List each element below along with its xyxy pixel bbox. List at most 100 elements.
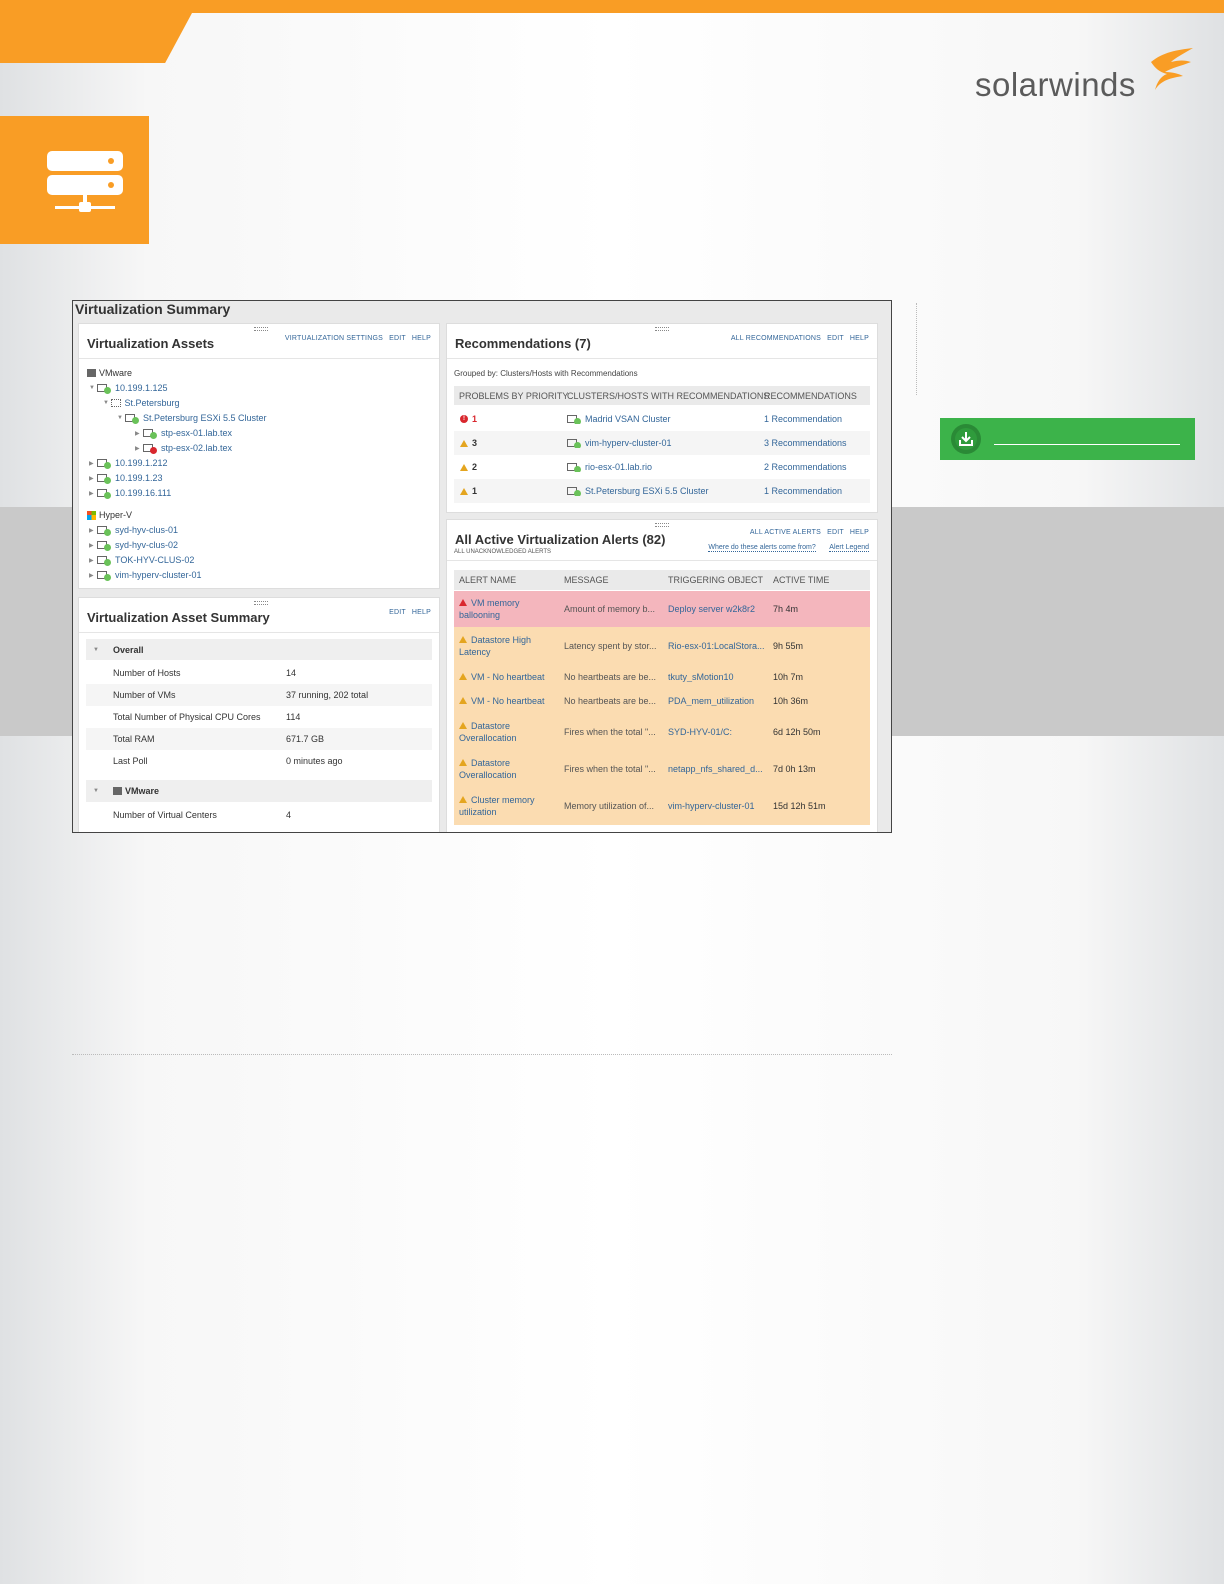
- top-accent-bar: [0, 0, 1224, 13]
- recommendations-link[interactable]: 1 Recommendation: [764, 414, 842, 424]
- status-up-icon: [104, 491, 111, 499]
- alert-name-link[interactable]: VM - No heartbeat: [459, 696, 559, 706]
- recommendations-panel: Recommendations (7) ALL RECOMMENDATIONS …: [446, 323, 878, 513]
- edit-link[interactable]: EDIT: [389, 609, 406, 616]
- recommendations-link[interactable]: 2 Recommendations: [764, 462, 847, 472]
- alert-legend-link[interactable]: Alert Legend: [829, 544, 869, 552]
- tree-node[interactable]: ▶ 10.199.1.212: [89, 458, 168, 469]
- expand-icon[interactable]: ▶: [89, 490, 97, 497]
- expand-icon[interactable]: ▶: [89, 557, 97, 564]
- collapse-icon[interactable]: ▼: [117, 415, 125, 421]
- table-row[interactable]: 2 rio-esx-01.lab.rio 2 Recommendations: [454, 455, 870, 479]
- tree-node[interactable]: ▶ vim-hyperv-cluster-01: [89, 570, 202, 581]
- alert-row[interactable]: VM memory ballooning Amount of memory b.…: [454, 591, 870, 627]
- triggering-object-link[interactable]: vim-hyperv-cluster-01: [668, 801, 768, 811]
- triggering-object-link[interactable]: netapp_nfs_shared_d...: [668, 764, 768, 774]
- collapse-icon[interactable]: ▼: [93, 788, 101, 794]
- table-row[interactable]: 3 vim-hyperv-cluster-01 3 Recommendation…: [454, 431, 870, 455]
- summary-row: Total Number of Physical CPU Cores 114: [113, 712, 301, 722]
- drag-handle[interactable]: [655, 327, 669, 331]
- summary-row: Total RAM 671.7 GB: [86, 728, 432, 750]
- tree-node[interactable]: ▶ 10.199.1.23: [89, 473, 163, 484]
- alert-name-link[interactable]: Datastore Overallocation: [459, 757, 539, 781]
- server-icon-tile: [0, 116, 149, 244]
- triggering-object-link[interactable]: Rio-esx-01:LocalStora...: [668, 641, 768, 651]
- help-link[interactable]: HELP: [412, 609, 431, 616]
- all-active-alerts-link[interactable]: ALL ACTIVE ALERTS: [750, 529, 821, 536]
- status-up-icon: [104, 543, 111, 551]
- expand-icon[interactable]: ▶: [89, 460, 97, 467]
- alert-row[interactable]: Datastore Overallocation Fires when the …: [454, 713, 870, 751]
- virtualization-asset-summary-panel: Virtualization Asset Summary EDIT HELP ▼…: [78, 597, 440, 832]
- recommendations-link[interactable]: 3 Recommendations: [764, 438, 847, 448]
- active-alerts-panel: All Active Virtualization Alerts (82) AL…: [446, 519, 878, 832]
- collapse-icon[interactable]: ▼: [93, 647, 101, 653]
- expand-icon[interactable]: ▶: [89, 475, 97, 482]
- expand-icon[interactable]: ▶: [89, 527, 97, 534]
- help-link[interactable]: HELP: [850, 335, 869, 342]
- tree-node[interactable]: ▼ 10.199.1.125: [89, 383, 168, 394]
- page-title: Virtualization Summary: [75, 301, 231, 317]
- all-recommendations-link[interactable]: ALL RECOMMENDATIONS: [731, 335, 821, 342]
- alert-row[interactable]: Datastore High Latency Latency spent by …: [454, 627, 870, 665]
- help-link[interactable]: HELP: [412, 335, 431, 342]
- tree-node[interactable]: ▼ St.Petersburg ESXi 5.5 Cluster: [117, 413, 267, 424]
- alert-name-link[interactable]: VM memory ballooning: [459, 597, 559, 621]
- alert-name-link[interactable]: Cluster memory utilization: [459, 794, 549, 818]
- table-row[interactable]: 1 St.Petersburg ESXi 5.5 Cluster 1 Recom…: [454, 479, 870, 503]
- tree-node[interactable]: ▶ stp-esx-01.lab.tex: [135, 428, 232, 439]
- section-overall[interactable]: ▼ Overall: [86, 639, 432, 660]
- server-icon: [47, 151, 123, 212]
- drag-handle[interactable]: [254, 327, 268, 331]
- virtualization-settings-link[interactable]: VIRTUALIZATION SETTINGS: [285, 335, 383, 342]
- triggering-object-link[interactable]: Deploy server w2k8r2: [668, 604, 768, 614]
- object-link[interactable]: St.Petersburg ESXi 5.5 Cluster: [567, 486, 709, 496]
- alert-row[interactable]: VM - No heartbeat No heartbeats are be..…: [454, 665, 870, 689]
- drag-handle[interactable]: [254, 601, 268, 605]
- object-link[interactable]: vim-hyperv-cluster-01: [567, 438, 672, 448]
- summary-row: Last Poll 0 minutes ago: [113, 756, 343, 766]
- download-button[interactable]: [940, 418, 1195, 460]
- tree-node[interactable]: ▶ stp-esx-02.lab.tex: [135, 443, 232, 454]
- triggering-object-link[interactable]: SYD-HYV-01/C:: [668, 727, 768, 737]
- edit-link[interactable]: EDIT: [389, 335, 406, 342]
- virtualization-assets-panel: Virtualization Assets VIRTUALIZATION SET…: [78, 323, 440, 589]
- object-link[interactable]: Madrid VSAN Cluster: [567, 414, 671, 424]
- where-alerts-come-from-link[interactable]: Where do these alerts come from?: [708, 544, 816, 552]
- tree-node[interactable]: ▶ TOK-HYV-CLUS-02: [89, 555, 194, 566]
- tree-node-vmware[interactable]: VMware: [87, 368, 132, 378]
- alert-name-link[interactable]: VM - No heartbeat: [459, 672, 559, 682]
- flame-icon: [1151, 48, 1193, 90]
- alert-row[interactable]: Datastore Overallocation Fires when the …: [454, 751, 870, 787]
- tree-node-hyperv[interactable]: Hyper-V: [87, 510, 132, 520]
- alert-name-link[interactable]: Datastore Overallocation: [459, 720, 539, 744]
- expand-icon[interactable]: ▶: [89, 572, 97, 579]
- expand-icon[interactable]: ▶: [135, 430, 143, 437]
- logo-text: solarwinds: [975, 66, 1136, 103]
- triggering-object-link[interactable]: tkuty_sMotion10: [668, 672, 768, 682]
- section-vmware[interactable]: ▼ VMware: [86, 780, 432, 802]
- critical-icon: !: [460, 415, 468, 423]
- vmware-icon: [87, 369, 96, 377]
- recommendations-link[interactable]: 1 Recommendation: [764, 486, 842, 496]
- collapse-icon[interactable]: ▼: [103, 400, 111, 406]
- object-link[interactable]: rio-esx-01.lab.rio: [567, 462, 652, 472]
- triggering-object-link[interactable]: PDA_mem_utilization: [668, 696, 768, 706]
- help-link[interactable]: HELP: [850, 529, 869, 536]
- expand-icon[interactable]: ▶: [89, 542, 97, 549]
- collapse-icon[interactable]: ▼: [89, 385, 97, 391]
- edit-link[interactable]: EDIT: [827, 335, 844, 342]
- alert-row[interactable]: Cluster memory utilization Memory utiliz…: [454, 787, 870, 825]
- edit-link[interactable]: EDIT: [827, 529, 844, 536]
- drag-handle[interactable]: [655, 523, 669, 527]
- alert-name-link[interactable]: Datastore High Latency: [459, 634, 559, 658]
- table-row[interactable]: ! 1 Madrid VSAN Cluster 1 Recommendation: [454, 407, 870, 431]
- panel-title: Recommendations (7): [455, 336, 591, 351]
- tree-node[interactable]: ▶ 10.199.16.111: [89, 488, 171, 499]
- tree-node[interactable]: ▶ syd-hyv-clus-02: [89, 540, 178, 551]
- expand-icon[interactable]: ▶: [135, 445, 143, 452]
- alert-row[interactable]: VM - No heartbeat No heartbeats are be..…: [454, 689, 870, 713]
- warning-icon: [460, 463, 468, 471]
- tree-node[interactable]: ▶ syd-hyv-clus-01: [89, 525, 178, 536]
- tree-node[interactable]: ▼ St.Petersburg: [103, 398, 180, 408]
